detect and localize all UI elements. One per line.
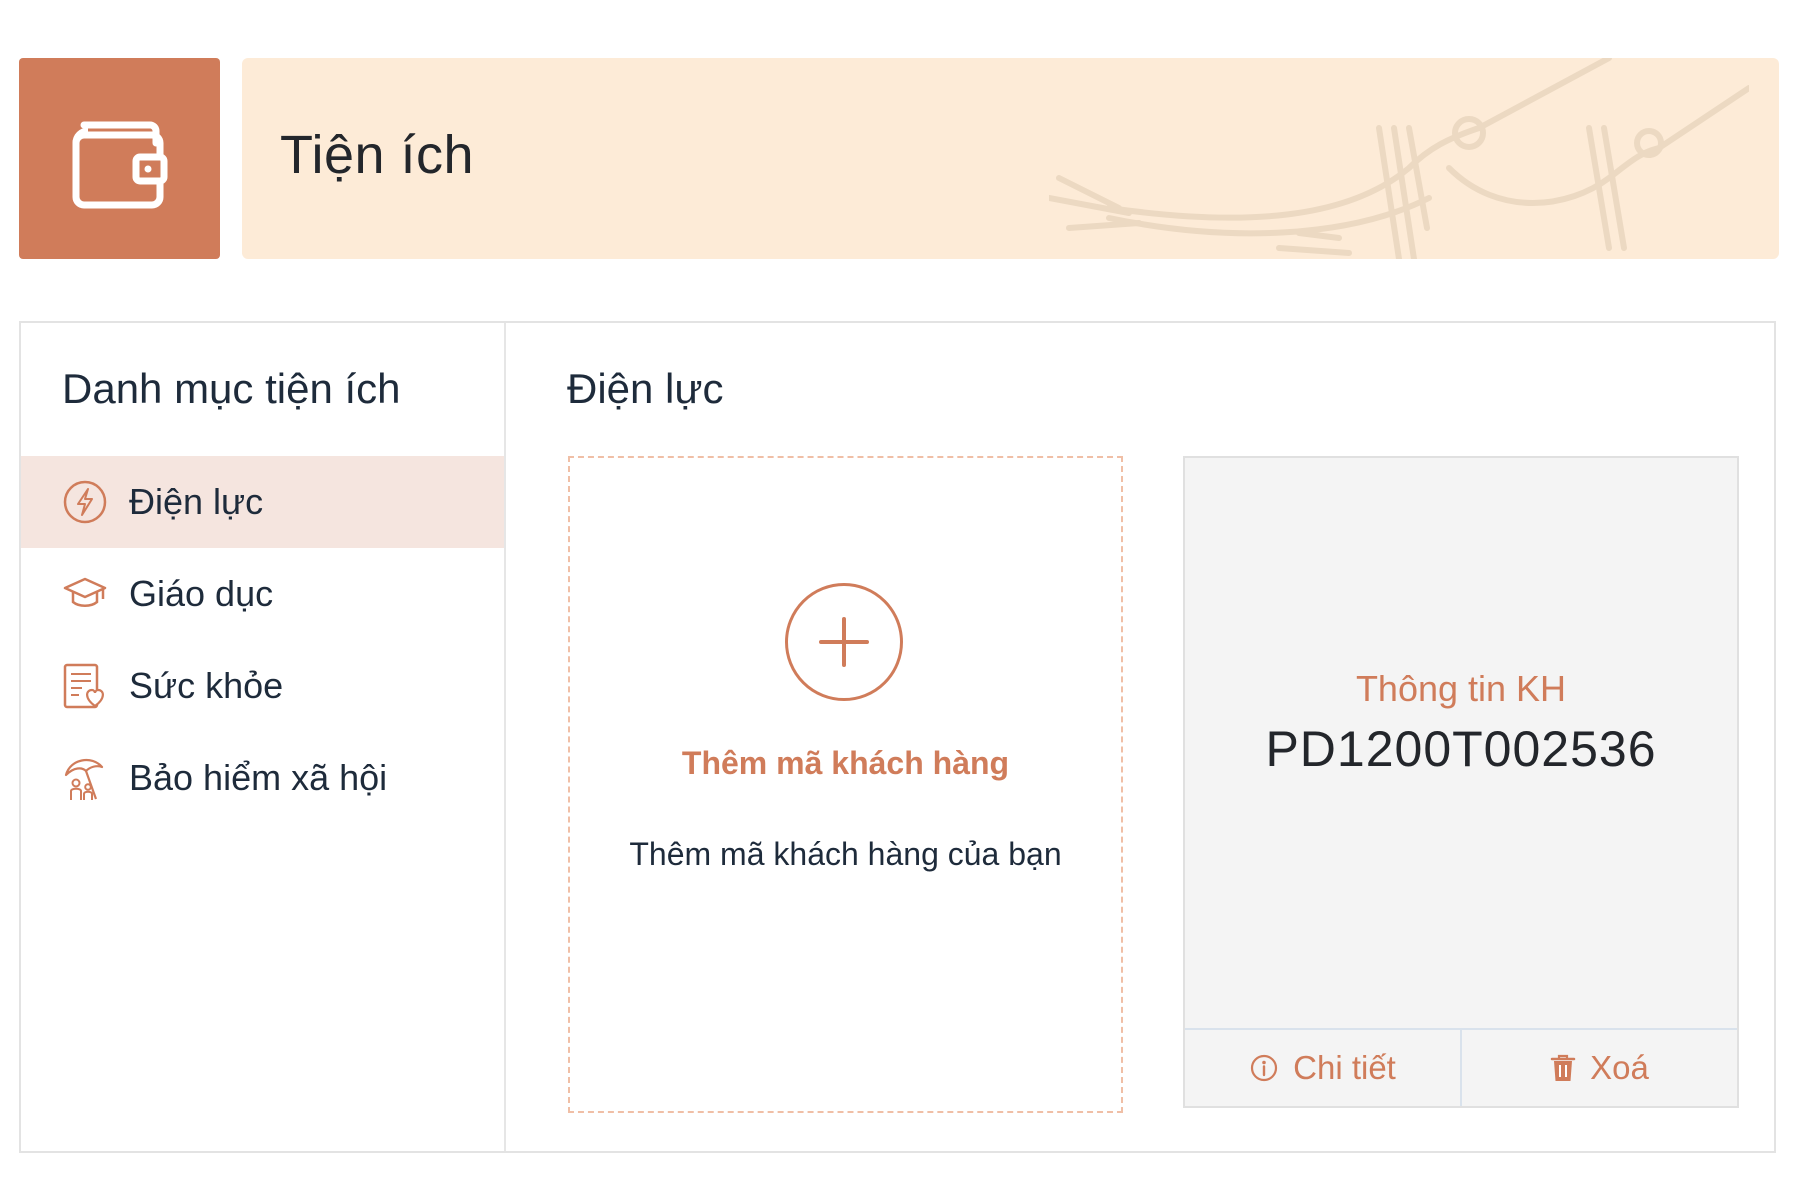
add-customer-code-card[interactable]: Thêm mã khách hàng Thêm mã khách hàng củ… [568, 456, 1123, 1113]
lightning-icon [61, 478, 109, 526]
sidebar-item-giao-duc[interactable]: Giáo dục [21, 548, 504, 640]
header-banner: Tiện ích [242, 58, 1779, 259]
sidebar-item-dien-luc[interactable]: Điện lực [21, 456, 504, 548]
utility-categories-sidebar: Danh mục tiện ích Điện lực Giáo dục Sức … [21, 323, 506, 1151]
sidebar-title: Danh mục tiện ích [62, 365, 401, 412]
utilities-panel: Danh mục tiện ích Điện lực Giáo dục Sức … [19, 321, 1776, 1153]
wallet-icon [72, 121, 167, 208]
sidebar-item-label: Sức khỏe [129, 665, 284, 706]
crane-decoration-icon [1049, 58, 1749, 259]
health-report-icon [61, 662, 109, 710]
sidebar-item-label: Điện lực [129, 481, 264, 522]
delete-button[interactable]: Xoá [1460, 1030, 1737, 1106]
add-customer-code-description: Thêm mã khách hàng của bạn [629, 836, 1062, 872]
customer-info-card: Thông tin KH PD1200T002536 Chi tiết Xoá [1183, 456, 1739, 1108]
detail-button-label: Chi tiết [1293, 1049, 1396, 1086]
add-button[interactable] [785, 583, 903, 701]
graduation-cap-icon [61, 570, 109, 618]
page-title: Tiện ích [280, 125, 475, 185]
sidebar-item-label: Giáo dục [129, 573, 274, 614]
detail-button[interactable]: Chi tiết [1185, 1030, 1460, 1106]
customer-info-label: Thông tin KH [1355, 668, 1567, 709]
umbrella-family-icon [61, 754, 109, 802]
add-customer-code-label: Thêm mã khách hàng [681, 745, 1010, 781]
delete-button-label: Xoá [1590, 1049, 1649, 1086]
wallet-icon-box [19, 58, 220, 259]
customer-card-actions: Chi tiết Xoá [1185, 1028, 1737, 1106]
plus-icon [819, 617, 869, 667]
sidebar-item-suc-khoe[interactable]: Sức khỏe [21, 640, 504, 732]
info-icon [1249, 1053, 1279, 1083]
trash-icon [1550, 1053, 1576, 1083]
customer-code: PD1200T002536 [1265, 721, 1657, 777]
sidebar-item-label: Bảo hiểm xã hội [129, 757, 388, 798]
sidebar-item-bao-hiem-xa-hoi[interactable]: Bảo hiểm xã hội [21, 732, 504, 824]
section-title: Điện lực [567, 365, 724, 412]
